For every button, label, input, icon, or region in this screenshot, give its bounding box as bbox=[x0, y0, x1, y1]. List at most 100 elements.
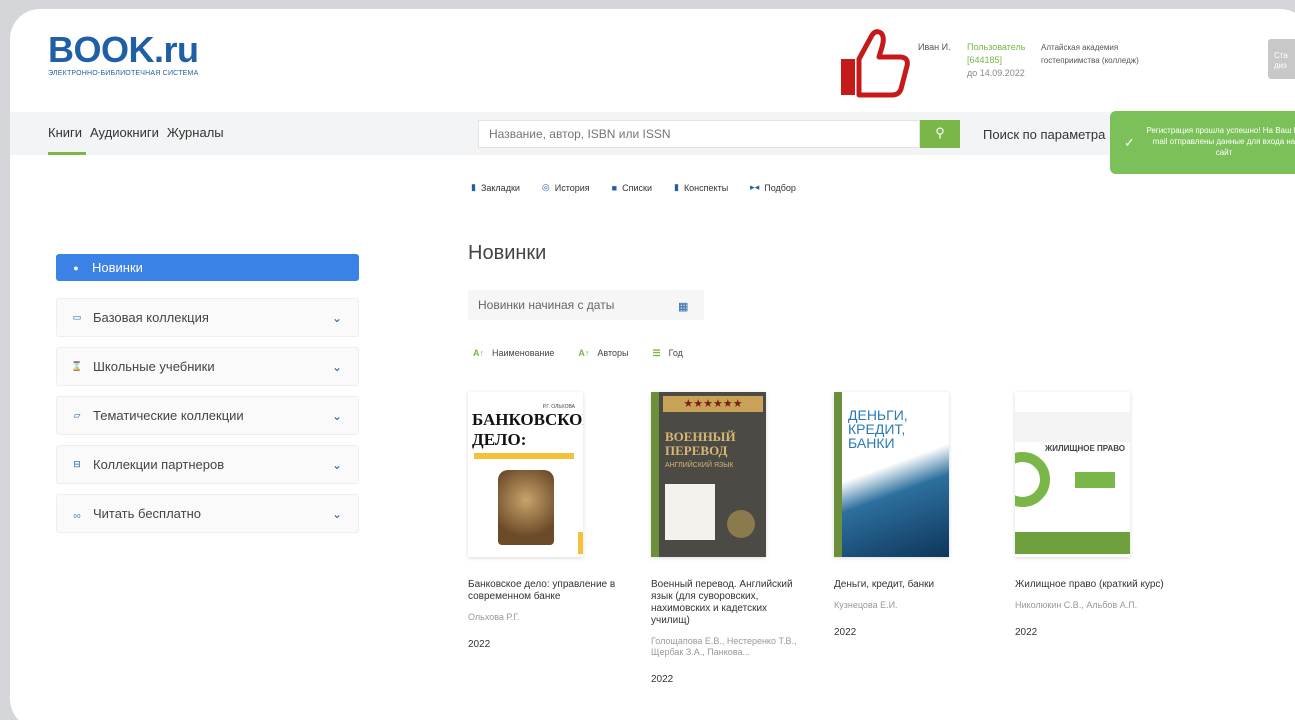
sidebar: ● Новинки ▭ Базовая коллекция ⌄ ⌛ Школьн… bbox=[56, 254, 359, 543]
cover-band bbox=[1015, 412, 1130, 442]
subnav-label: Конспекты bbox=[683, 182, 729, 193]
sort-by-name[interactable]: A↑ Наименование bbox=[473, 348, 554, 359]
cover-text: АНГЛИЙСКИЙ ЯЗЫК bbox=[665, 462, 734, 469]
browser-frame: BOOK.ru ЭЛЕКТРОННО-БИБЛИОТЕЧНАЯ СИСТЕМА … bbox=[10, 9, 1295, 720]
sidebar-item-partners[interactable]: ⊟ Коллекции партнеров ⌄ bbox=[56, 445, 359, 484]
book-author[interactable]: Голощапова Е.В., Нестеренко Т.В., Щербак… bbox=[651, 636, 806, 658]
chevron-down-icon[interactable]: ⌄ bbox=[332, 409, 342, 423]
navbar: Книги Аудиокниги Журналы ⚲ Поиск по пара… bbox=[10, 112, 1295, 155]
book-title[interactable]: Банковское дело: управление в современно… bbox=[468, 579, 618, 603]
sort-by-authors[interactable]: A↑ Авторы bbox=[578, 348, 628, 359]
cover-text: ★★★★★★ bbox=[663, 396, 763, 412]
sidebar-item-label: Базовая коллекция bbox=[93, 310, 209, 325]
collection-icon: ▱ bbox=[73, 410, 81, 420]
chevron-down-icon[interactable]: ⌄ bbox=[332, 360, 342, 374]
book-cover[interactable]: ★★★★★★ ВОЕННЫЙ ПЕРЕВОД АНГЛИЙСКИЙ ЯЗЫК bbox=[651, 392, 766, 557]
toast-text: Регистрация прошла успешно! На Ваш E-mai… bbox=[1146, 126, 1295, 157]
nav-tabs: Книги Аудиокниги Журналы bbox=[48, 125, 224, 155]
sidebar-item-label: Школьные учебники bbox=[93, 359, 215, 374]
user-id: [644185] bbox=[967, 55, 1003, 65]
corner-button[interactable]: Ста диз bbox=[1268, 39, 1295, 79]
logo-title: BOOK.ru bbox=[48, 29, 199, 70]
school-icon: ⌛ bbox=[71, 361, 83, 371]
partner-icon: ⊟ bbox=[73, 459, 81, 469]
book-card[interactable]: ДЕНЬГИ, КРЕДИТ, БАНКИ Деньги, кредит, ба… bbox=[834, 392, 999, 638]
subnav-label: Закладки bbox=[480, 182, 520, 193]
book-author[interactable]: Ольхова Р.Г. bbox=[468, 612, 623, 623]
free-icon: ₀₀ bbox=[73, 508, 81, 519]
logo[interactable]: BOOK.ru ЭЛЕКТРОННО-БИБЛИОТЕЧНАЯ СИСТЕМА bbox=[48, 29, 199, 78]
book-author[interactable]: Николюкин С.В., Альбов А.П. bbox=[1015, 600, 1170, 611]
cover-image bbox=[498, 470, 554, 545]
subnav-history[interactable]: ◎ История bbox=[542, 182, 590, 193]
cover-text: ВОЕННЫЙ ПЕРЕВОД bbox=[665, 429, 736, 458]
book-title[interactable]: Жилищное право (краткий курс) bbox=[1015, 579, 1165, 591]
cover-stripe bbox=[474, 453, 574, 459]
list-icon: ■ bbox=[611, 182, 618, 193]
page-title: Новинки bbox=[468, 242, 547, 264]
subnav-label: Подбор bbox=[764, 182, 796, 193]
check-icon: ✓ bbox=[1124, 135, 1135, 150]
sort-label: Год bbox=[668, 348, 683, 358]
thumbs-up-icon bbox=[835, 25, 915, 105]
param-search-link[interactable]: Поиск по параметра bbox=[983, 127, 1105, 142]
book-year: 2022 bbox=[468, 639, 491, 650]
search-button[interactable]: ⚲ bbox=[920, 120, 960, 148]
subnav-selection[interactable]: ▸◂ Подбор bbox=[750, 182, 796, 193]
chevron-down-icon[interactable]: ⌄ bbox=[332, 507, 342, 521]
book-cover[interactable]: ЖИЛИЩНОЕ ПРАВО bbox=[1015, 392, 1130, 557]
success-toast: ✓ Регистрация прошла успешно! На Ваш E-m… bbox=[1110, 111, 1295, 174]
sort-alpha-icon: A↑ bbox=[473, 348, 484, 358]
cover-stripe bbox=[834, 392, 842, 557]
cover-image bbox=[665, 484, 715, 540]
cover-stripe bbox=[651, 392, 659, 557]
book-title[interactable]: Деньги, кредит, банки bbox=[834, 579, 984, 591]
chevron-down-icon[interactable]: ⌄ bbox=[332, 311, 342, 325]
subnav-lists[interactable]: ■ Списки bbox=[612, 182, 652, 193]
book-year: 2022 bbox=[1015, 627, 1038, 638]
date-filter-input[interactable]: Новинки начиная с даты bbox=[468, 290, 704, 320]
book-year: 2022 bbox=[834, 627, 857, 638]
search-icon: ⚲ bbox=[935, 125, 945, 140]
sidebar-item-school[interactable]: ⌛ Школьные учебники ⌄ bbox=[56, 347, 359, 386]
sidebar-item-label: Читать бесплатно bbox=[93, 506, 201, 521]
tab-books[interactable]: Книги bbox=[48, 125, 87, 155]
sidebar-item-thematic[interactable]: ▱ Тематические коллекции ⌄ bbox=[56, 396, 359, 435]
sidebar-item-free[interactable]: ₀₀ Читать бесплатно ⌄ bbox=[56, 494, 359, 533]
book-card[interactable]: ЖИЛИЩНОЕ ПРАВО Жилищное право (краткий к… bbox=[1015, 392, 1180, 638]
dot-icon: ● bbox=[73, 262, 79, 273]
book-card[interactable]: Р.Г. ОЛЬХОВА БАНКОВСКОЕ ДЕЛО: Банковское… bbox=[468, 392, 633, 650]
logo-subtitle: ЭЛЕКТРОННО-БИБЛИОТЕЧНАЯ СИСТЕМА bbox=[48, 70, 199, 77]
book-cover[interactable]: Р.Г. ОЛЬХОВА БАНКОВСКОЕ ДЕЛО: bbox=[468, 392, 583, 557]
user-organization: Алтайская академия гостеприимства (колле… bbox=[1041, 43, 1139, 65]
tab-journals[interactable]: Журналы bbox=[167, 125, 224, 140]
calendar-icon[interactable]: ▦ bbox=[678, 300, 688, 313]
sort-options: A↑ Наименование A↑ Авторы ☰ Год bbox=[473, 348, 683, 359]
book-year: 2022 bbox=[651, 674, 674, 685]
book-card[interactable]: ★★★★★★ ВОЕННЫЙ ПЕРЕВОД АНГЛИЙСКИЙ ЯЗЫК В… bbox=[651, 392, 816, 685]
folder-icon: ▭ bbox=[72, 312, 82, 322]
sub-navigation: ▮ Закладки ◎ История ■ Списки ▮ Конспекты ▸◂… bbox=[471, 182, 796, 193]
cover-badge bbox=[727, 510, 755, 538]
subnav-label: Списки bbox=[622, 182, 652, 193]
bookmark-icon: ▮ bbox=[471, 182, 476, 192]
history-icon: ◎ bbox=[541, 182, 550, 192]
subnav-bookmarks[interactable]: ▮ Закладки bbox=[471, 182, 520, 193]
sort-by-year[interactable]: ☰ Год bbox=[652, 348, 682, 359]
search-input[interactable] bbox=[478, 120, 920, 148]
book-title[interactable]: Военный перевод. Английский язык (для су… bbox=[651, 579, 801, 627]
subnav-label: История bbox=[554, 182, 590, 193]
cover-text: ДЕНЬГИ, КРЕДИТ, БАНКИ bbox=[848, 407, 908, 451]
cover-text: БАНКОВСКОЕ ДЕЛО: bbox=[472, 410, 583, 449]
cover-image bbox=[1015, 452, 1050, 507]
cover-stripe bbox=[1075, 472, 1115, 488]
book-cover[interactable]: ДЕНЬГИ, КРЕДИТ, БАНКИ bbox=[834, 392, 949, 557]
chevron-down-icon[interactable]: ⌄ bbox=[332, 458, 342, 472]
selection-icon: ▸◂ bbox=[750, 182, 760, 192]
book-author[interactable]: Кузнецова Е.И. bbox=[834, 600, 989, 611]
tab-audiobooks[interactable]: Аудиокниги bbox=[90, 125, 159, 140]
subnav-notes[interactable]: ▮ Конспекты bbox=[674, 182, 728, 193]
sidebar-item-base-collection[interactable]: ▭ Базовая коллекция ⌄ bbox=[56, 298, 359, 337]
user-role[interactable]: Пользователь bbox=[967, 41, 1047, 54]
sidebar-item-new[interactable]: ● Новинки bbox=[56, 254, 359, 281]
